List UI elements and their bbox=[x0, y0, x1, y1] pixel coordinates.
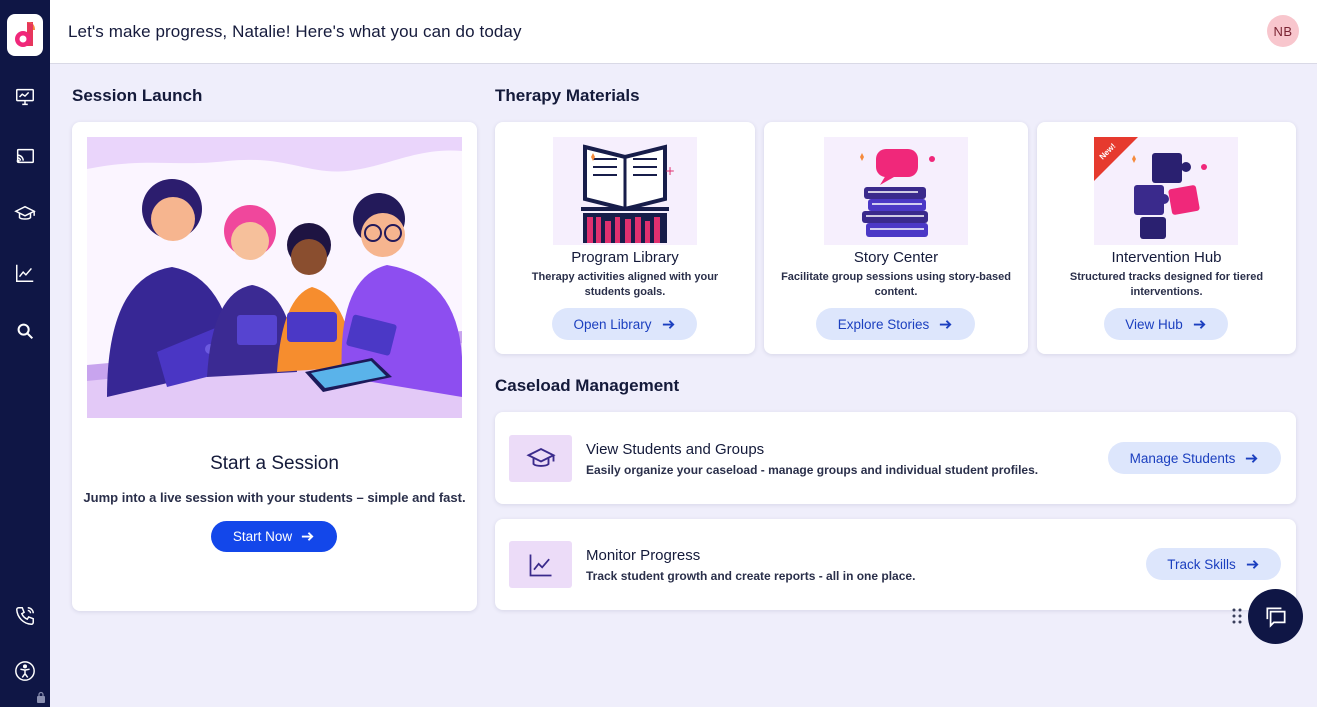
book-icon: + bbox=[553, 137, 697, 245]
intervention-hub-description: Structured tracks designed for tiered in… bbox=[1069, 271, 1264, 298]
drag-handle-icon[interactable] bbox=[1231, 607, 1243, 625]
story-center-description: Facilitate group sessions using story-ba… bbox=[781, 271, 1011, 298]
start-now-button[interactable]: Start Now bbox=[211, 521, 337, 552]
avatar[interactable]: NB bbox=[1267, 15, 1299, 47]
manage-students-button[interactable]: Manage Students bbox=[1108, 442, 1281, 474]
arrow-right-icon bbox=[1244, 451, 1259, 466]
line-chart-icon bbox=[509, 541, 572, 588]
search-icon[interactable] bbox=[12, 318, 38, 344]
arrow-right-icon bbox=[1245, 557, 1260, 572]
monitor-progress-card: Monitor Progress Track student growth an… bbox=[495, 519, 1296, 610]
arrow-right-icon bbox=[661, 317, 676, 332]
caseload-heading: Caseload Management bbox=[495, 376, 680, 395]
intervention-hub-card: New! Intervention Hub Structured tracks … bbox=[1037, 122, 1296, 354]
trending-up-icon[interactable] bbox=[12, 260, 38, 286]
greeting-text: Let's make progress, Natalie! Here's wha… bbox=[68, 22, 522, 41]
intervention-hub-title: Intervention Hub bbox=[1111, 249, 1222, 266]
books-speech-icon bbox=[824, 137, 968, 245]
explore-stories-label: Explore Stories bbox=[837, 316, 930, 332]
view-hub-label: View Hub bbox=[1125, 316, 1183, 332]
puzzle-icon: New! bbox=[1094, 137, 1238, 245]
arrow-right-icon bbox=[938, 317, 953, 332]
graduation-cap-icon bbox=[509, 435, 572, 482]
program-library-card: + Program Library Therapy activities ali… bbox=[495, 122, 755, 354]
open-library-label: Open Library bbox=[573, 316, 652, 332]
arrow-right-icon bbox=[1192, 317, 1207, 332]
students-groups-card: View Students and Groups Easily organize… bbox=[495, 412, 1296, 504]
students-groups-title: View Students and Groups bbox=[586, 441, 765, 458]
program-library-title: Program Library bbox=[571, 249, 679, 266]
story-center-title: Story Center bbox=[853, 249, 939, 266]
monitor-progress-title: Monitor Progress bbox=[586, 547, 701, 564]
chat-button[interactable] bbox=[1248, 589, 1303, 644]
session-launch-heading: Session Launch bbox=[72, 86, 203, 105]
program-library-description: Therapy activities aligned with your stu… bbox=[531, 271, 719, 298]
start-now-label: Start Now bbox=[232, 529, 293, 544]
manage-students-label: Manage Students bbox=[1129, 450, 1236, 466]
graduation-cap-icon[interactable] bbox=[12, 201, 38, 227]
view-hub-button[interactable]: View Hub bbox=[1104, 308, 1228, 340]
phone-icon[interactable] bbox=[12, 603, 38, 629]
top-header: Let's make progress, Natalie! Here's wha… bbox=[50, 0, 1317, 64]
chat-icon bbox=[1265, 606, 1286, 628]
session-description: Jump into a live session with your stude… bbox=[83, 490, 466, 505]
story-center-card: Story Center Facilitate group sessions u… bbox=[764, 122, 1028, 354]
monitor-progress-description: Track student growth and create reports … bbox=[586, 569, 916, 583]
sidebar bbox=[0, 0, 50, 707]
cast-icon[interactable] bbox=[12, 143, 38, 169]
students-groups-description: Easily organize your caseload - manage g… bbox=[586, 463, 1039, 477]
track-skills-label: Track Skills bbox=[1167, 556, 1236, 572]
presentation-icon[interactable] bbox=[12, 84, 38, 110]
explore-stories-button[interactable]: Explore Stories bbox=[816, 308, 975, 340]
arrow-right-icon bbox=[300, 529, 315, 544]
session-launch-card: Start a Session Jump into a live session… bbox=[72, 122, 477, 611]
session-illustration bbox=[87, 137, 462, 418]
svg-text:+: + bbox=[665, 164, 675, 178]
app-logo[interactable] bbox=[7, 14, 43, 56]
lock-icon bbox=[36, 690, 46, 703]
open-library-button[interactable]: Open Library bbox=[552, 308, 697, 340]
therapy-materials-heading: Therapy Materials bbox=[495, 86, 640, 105]
session-title: Start a Session bbox=[210, 453, 339, 474]
track-skills-button[interactable]: Track Skills bbox=[1146, 548, 1281, 580]
accessibility-icon[interactable] bbox=[12, 658, 38, 684]
